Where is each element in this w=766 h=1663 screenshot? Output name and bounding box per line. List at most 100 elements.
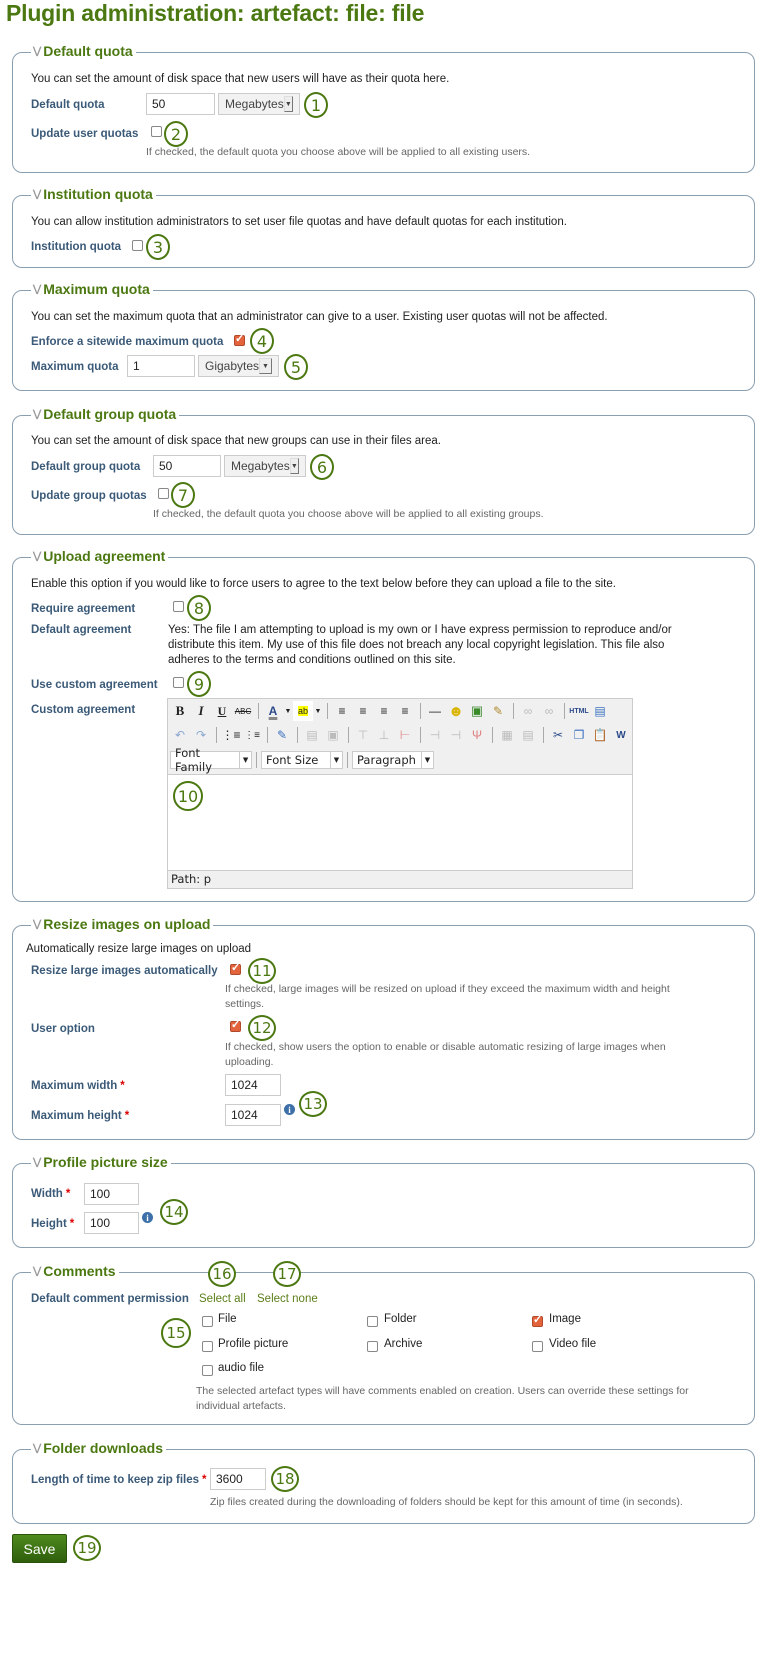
text-color-dropdown-icon[interactable]: ▼ bbox=[284, 701, 292, 721]
align-justify-icon[interactable]: ≡ bbox=[395, 701, 415, 721]
default-group-quota-unit-select[interactable]: Megabytes ▼ bbox=[224, 455, 306, 477]
default-quota-input[interactable] bbox=[146, 93, 215, 115]
insert-col-before-icon[interactable]: ⊣ bbox=[425, 725, 445, 745]
table-cell-props-icon[interactable]: ▣ bbox=[323, 725, 343, 745]
legend-resize-images[interactable]: ⋁ Resize images on upload bbox=[31, 916, 214, 932]
maximum-width-input[interactable] bbox=[225, 1074, 281, 1096]
legend-default-quota[interactable]: ⋁ Default quota bbox=[31, 43, 136, 59]
callout-5: 5 bbox=[284, 354, 308, 380]
select-value: Megabytes bbox=[231, 459, 290, 473]
copy-icon[interactable]: ❐ bbox=[569, 725, 589, 745]
underline-icon[interactable]: U bbox=[212, 701, 232, 721]
legend-profile-picture-size[interactable]: ⋁ Profile picture size bbox=[31, 1154, 171, 1170]
use-custom-agreement-label: Use custom agreement bbox=[31, 679, 158, 691]
format-select[interactable]: Paragraph ▼ bbox=[352, 751, 434, 769]
bullet-list-icon[interactable]: ⋮≡ bbox=[221, 725, 241, 745]
editor-toolbar-row-2: ↶ ↷ ⋮≡ ⋮≡ ✎ ▤ ▣ ⊤ ⊥ ⊢ ⊣ ⊣ Ψ ▦ ▤ ✂ ❐ 📋 W bbox=[170, 724, 632, 746]
select-all-link[interactable]: Select all bbox=[199, 1293, 246, 1305]
highlight-dropdown-icon[interactable]: ▼ bbox=[314, 701, 322, 721]
link-icon[interactable]: ∞ bbox=[518, 701, 538, 721]
split-cells-icon[interactable]: ▦ bbox=[497, 725, 517, 745]
profile-width-input[interactable] bbox=[84, 1183, 139, 1205]
horizontal-rule-icon[interactable]: — bbox=[425, 701, 445, 721]
profile-height-input[interactable] bbox=[84, 1212, 139, 1234]
merge-cells-icon[interactable]: ▤ bbox=[518, 725, 538, 745]
comment-option-video-file-label: Video file bbox=[549, 1338, 597, 1350]
maximum-quota-unit-select[interactable]: Gigabytes ▼ bbox=[198, 355, 279, 377]
toolbar-separator bbox=[420, 703, 421, 719]
update-user-quotas-checkbox[interactable] bbox=[151, 126, 162, 137]
info-icon[interactable]: i bbox=[142, 1212, 153, 1223]
delete-row-icon[interactable]: ⊢ bbox=[395, 725, 415, 745]
unlink-icon[interactable]: ∞ bbox=[539, 701, 559, 721]
user-option-checkbox[interactable] bbox=[230, 1018, 241, 1032]
comment-option-archive-label: Archive bbox=[384, 1338, 423, 1350]
cut-icon[interactable]: ✂ bbox=[548, 725, 568, 745]
legend-text: Default quota bbox=[43, 43, 133, 59]
comment-option-video-file-checkbox[interactable] bbox=[532, 1341, 543, 1352]
align-left-icon[interactable]: ≡ bbox=[332, 701, 352, 721]
institution-quota-description: You can allow institution administrators… bbox=[31, 216, 567, 228]
callout-13: 13 bbox=[299, 1091, 327, 1117]
legend-maximum-quota[interactable]: ⋁ Maximum quota bbox=[31, 281, 153, 297]
resize-large-images-checkbox[interactable] bbox=[230, 961, 241, 975]
insert-row-before-icon[interactable]: ⊤ bbox=[353, 725, 373, 745]
html-source-icon[interactable]: HTML bbox=[569, 701, 589, 721]
numbered-list-icon[interactable]: ⋮≡ bbox=[242, 725, 262, 745]
font-size-select[interactable]: Font Size ▼ bbox=[261, 751, 343, 769]
paste-icon[interactable]: 📋 bbox=[590, 725, 610, 745]
default-quota-description: You can set the amount of disk space tha… bbox=[31, 73, 450, 85]
table-row-props-icon[interactable]: ▤ bbox=[302, 725, 322, 745]
italic-icon[interactable]: I bbox=[191, 701, 211, 721]
cleanup-icon[interactable]: ✎ bbox=[488, 701, 508, 721]
info-icon[interactable]: i bbox=[284, 1104, 295, 1115]
redo-icon[interactable]: ↷ bbox=[191, 725, 211, 745]
image-icon[interactable]: ▣ bbox=[467, 701, 487, 721]
align-center-icon[interactable]: ≡ bbox=[353, 701, 373, 721]
insert-col-after-icon[interactable]: ⊣ bbox=[446, 725, 466, 745]
default-quota-unit-select[interactable]: Megabytes ▼ bbox=[218, 93, 300, 115]
legend-institution-quota[interactable]: ⋁ Institution quota bbox=[31, 186, 156, 202]
font-family-select[interactable]: Font Family ▼ bbox=[170, 746, 252, 774]
toolbar-separator bbox=[216, 727, 217, 743]
comment-option-archive-checkbox[interactable] bbox=[367, 1341, 378, 1352]
legend-comments[interactable]: ⋁ Comments bbox=[31, 1263, 119, 1279]
undo-icon[interactable]: ↶ bbox=[170, 725, 190, 745]
maximum-height-input[interactable] bbox=[225, 1104, 281, 1126]
comment-option-file-checkbox[interactable] bbox=[202, 1316, 213, 1327]
institution-quota-checkbox[interactable] bbox=[132, 240, 143, 251]
label-text: Width bbox=[31, 1188, 63, 1200]
edit-table-icon[interactable]: ✎ bbox=[272, 725, 292, 745]
comment-option-image-checkbox[interactable] bbox=[532, 1313, 543, 1327]
select-none-link[interactable]: Select none bbox=[257, 1293, 318, 1305]
delete-col-icon[interactable]: Ψ bbox=[467, 725, 487, 745]
legend-default-group-quota[interactable]: ⋁ Default group quota bbox=[31, 406, 180, 422]
comment-option-folder-checkbox[interactable] bbox=[367, 1316, 378, 1327]
require-agreement-checkbox[interactable] bbox=[173, 601, 184, 612]
comment-option-audio-file-checkbox[interactable] bbox=[202, 1365, 213, 1376]
required-marker: * bbox=[124, 1110, 130, 1122]
maximum-width-label: Maximum width * bbox=[31, 1080, 125, 1092]
zip-files-time-input[interactable] bbox=[210, 1468, 266, 1490]
legend-folder-downloads[interactable]: ⋁ Folder downloads bbox=[31, 1440, 166, 1456]
comment-option-profile-picture-checkbox[interactable] bbox=[202, 1341, 213, 1352]
align-right-icon[interactable]: ≡ bbox=[374, 701, 394, 721]
use-custom-agreement-checkbox[interactable] bbox=[173, 677, 184, 688]
update-group-quotas-checkbox[interactable] bbox=[158, 488, 169, 499]
bold-icon[interactable]: B bbox=[170, 701, 190, 721]
toolbar-separator bbox=[327, 703, 328, 719]
text-color-icon[interactable]: A bbox=[263, 701, 283, 721]
maximum-quota-input[interactable] bbox=[127, 355, 195, 377]
paste-word-icon[interactable]: W bbox=[611, 725, 631, 745]
fullscreen-icon[interactable]: ▤ bbox=[590, 701, 610, 721]
highlight-color-icon[interactable]: ab bbox=[293, 701, 313, 721]
strikethrough-icon[interactable]: ABC bbox=[233, 701, 253, 721]
toolbar-separator bbox=[543, 727, 544, 743]
default-group-quota-input[interactable] bbox=[153, 455, 221, 477]
legend-upload-agreement[interactable]: ⋁ Upload agreement bbox=[31, 548, 169, 564]
emoticon-icon[interactable]: ☻ bbox=[446, 701, 466, 721]
save-button[interactable]: Save bbox=[12, 1534, 67, 1563]
insert-row-after-icon[interactable]: ⊥ bbox=[374, 725, 394, 745]
enforce-max-quota-checkbox[interactable] bbox=[234, 332, 245, 346]
editor-content-area[interactable]: 10 bbox=[168, 774, 632, 871]
